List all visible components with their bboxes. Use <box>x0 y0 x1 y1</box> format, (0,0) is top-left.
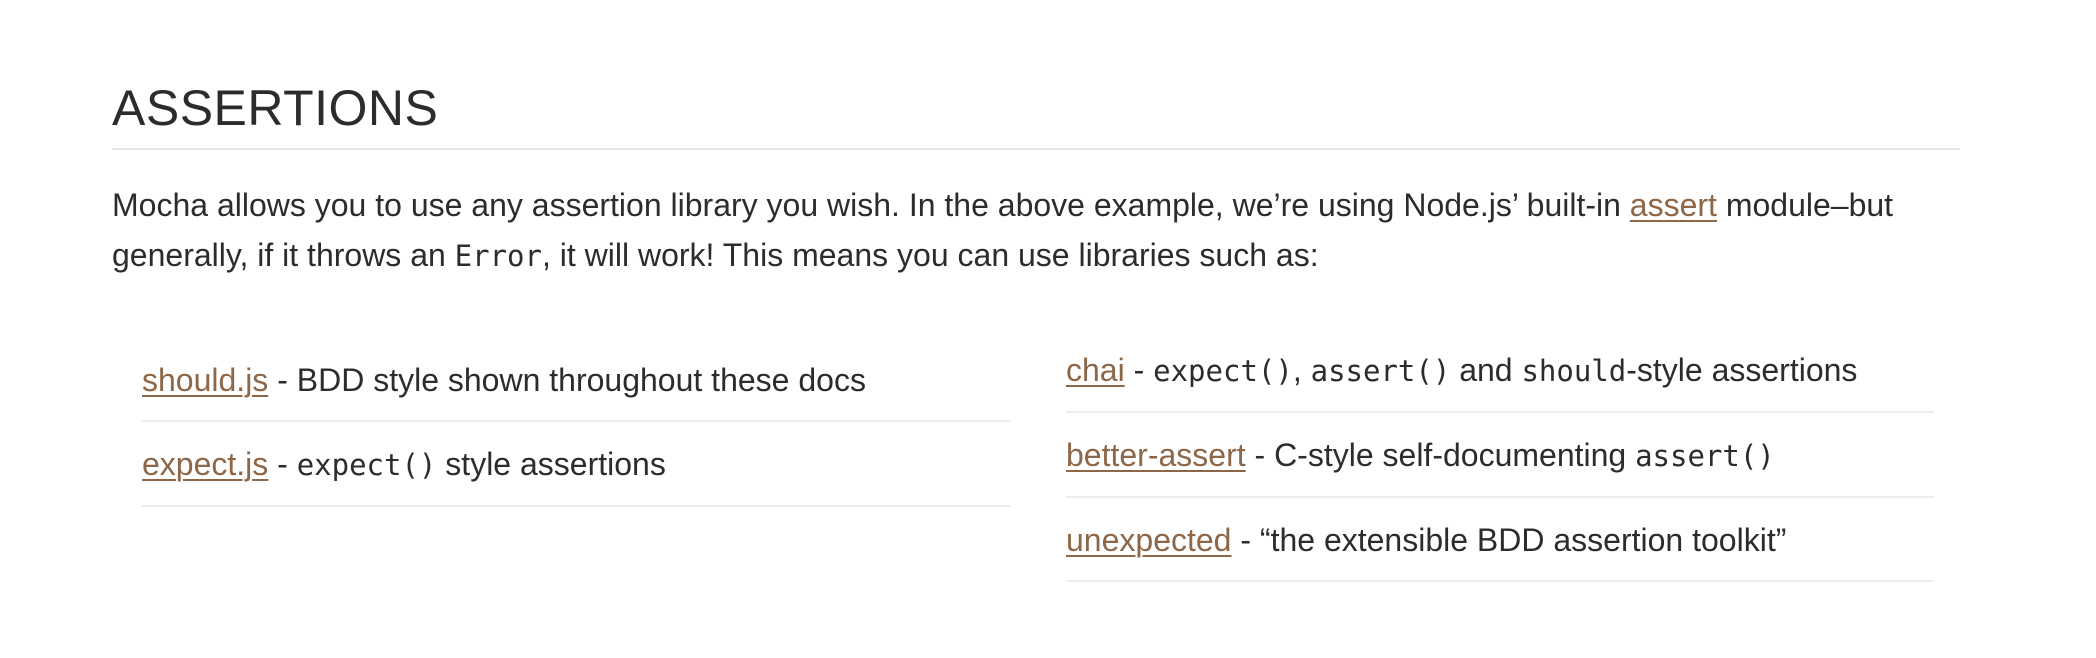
chai-suffix: -style assertions <box>1626 352 1858 388</box>
chai-code-expect: expect() <box>1153 354 1293 388</box>
list-item-expect-js: expect.js - expect() style assertions <box>142 422 1010 507</box>
list-item-should-js: should.js - BDD style shown throughout t… <box>142 338 1010 422</box>
section-heading: ASSERTIONS <box>112 80 1960 150</box>
list-item-unexpected: unexpected - “the extensible BDD asserti… <box>1066 498 1934 582</box>
expect-js-code: expect() <box>296 448 437 482</box>
chai-link[interactable]: chai <box>1066 352 1125 388</box>
chai-and: and <box>1450 352 1522 388</box>
expect-js-link[interactable]: expect.js <box>142 446 268 482</box>
better-assert-desc: - C-style self-documenting <box>1245 437 1636 473</box>
expect-js-desc-prefix: - <box>268 446 297 482</box>
error-code: Error <box>454 238 542 273</box>
better-assert-link[interactable]: better-assert <box>1066 437 1246 473</box>
unexpected-desc: - “the extensible BDD assertion toolkit” <box>1231 522 1787 558</box>
intro-text-3: , it will work! This means you can use l… <box>541 236 1319 273</box>
chai-sep: - <box>1124 352 1154 388</box>
should-js-link[interactable]: should.js <box>142 362 268 398</box>
should-js-description: - BDD style shown throughout these docs <box>268 362 866 398</box>
list-item-chai: chai - expect(), assert() and should-sty… <box>1066 328 1934 413</box>
expect-js-desc-suffix: style assertions <box>436 446 666 482</box>
list-item-better-assert: better-assert - C-style self-documenting… <box>1066 413 1934 498</box>
chai-comma: , <box>1292 352 1311 388</box>
libraries-column-right: chai - expect(), assert() and should-sty… <box>1066 328 1934 582</box>
assertions-section: ASSERTIONS Mocha allows you to use any a… <box>112 80 1960 582</box>
intro-text-1: Mocha allows you to use any assertion li… <box>112 186 1630 223</box>
assert-link[interactable]: assert <box>1630 187 1717 223</box>
unexpected-link[interactable]: unexpected <box>1066 522 1231 558</box>
chai-code-should: should <box>1521 354 1627 388</box>
intro-paragraph: Mocha allows you to use any assertion li… <box>112 180 1960 281</box>
better-assert-code: assert() <box>1635 439 1775 473</box>
chai-code-assert: assert() <box>1310 354 1451 388</box>
libraries-column-left: should.js - BDD style shown throughout t… <box>142 338 1010 507</box>
